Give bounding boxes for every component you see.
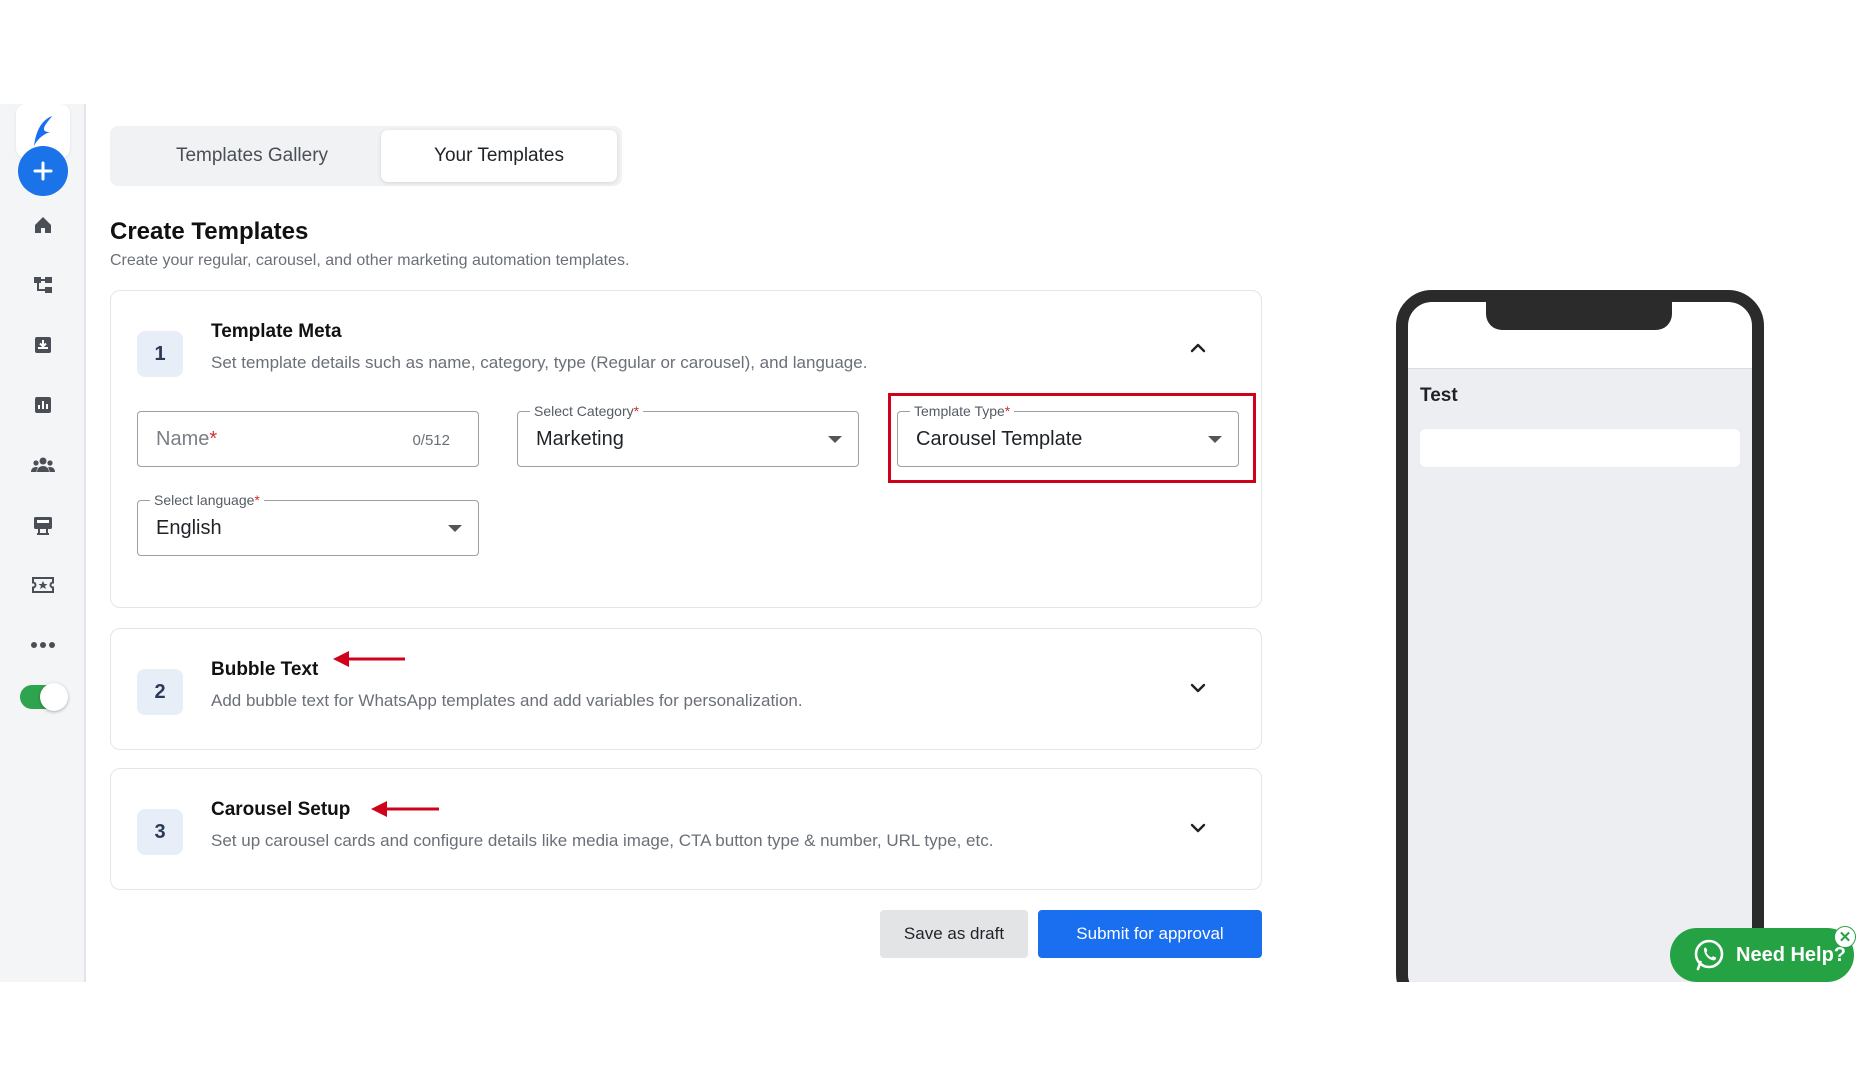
- need-help-label: Need Help?: [1736, 943, 1847, 966]
- step-description: Set template details such as name, categ…: [211, 353, 868, 372]
- red-arrow-annotation-icon: [371, 801, 439, 817]
- sidebar-item-inbox[interactable]: [0, 330, 86, 360]
- step-number: 3: [137, 809, 183, 855]
- sidebar-add-wrap: [0, 146, 86, 196]
- save-draft-button[interactable]: Save as draft: [880, 910, 1028, 958]
- sidebar-item-campaigns[interactable]: [0, 510, 86, 540]
- step-number: 1: [137, 331, 183, 377]
- name-placeholder-text: Name: [156, 428, 210, 450]
- category-label-text: Select Category: [534, 403, 634, 419]
- required-mark: *: [633, 403, 640, 419]
- dropdown-caret-icon: [448, 525, 462, 532]
- more-icon: [28, 630, 58, 660]
- tab-templates-gallery[interactable]: Templates Gallery: [114, 130, 390, 182]
- sidebar-item-analytics[interactable]: [0, 390, 86, 420]
- flow-icon: [28, 270, 58, 300]
- step-number: 2: [137, 669, 183, 715]
- chevron-up-icon[interactable]: [1187, 337, 1209, 359]
- template-tabs: Templates Gallery Your Templates: [110, 126, 622, 186]
- tab-your-templates[interactable]: Your Templates: [381, 130, 617, 182]
- required-mark: *: [209, 428, 218, 450]
- preview-title: Test: [1420, 385, 1458, 406]
- page-title: Create Templates: [110, 218, 309, 245]
- contacts-icon: [28, 450, 58, 480]
- chevron-down-icon[interactable]: [1187, 817, 1209, 839]
- language-select[interactable]: Select language* English: [137, 491, 479, 556]
- sidebar-item-more[interactable]: [0, 630, 86, 660]
- page-subtitle: Create your regular, carousel, and other…: [110, 252, 630, 269]
- campaign-icon: [28, 510, 58, 540]
- toggle-knob: [40, 683, 68, 711]
- highlight-box: [888, 393, 1256, 483]
- sidebar: [0, 104, 86, 982]
- category-label: Select Category*: [530, 402, 644, 420]
- whatsapp-icon: [1694, 939, 1724, 971]
- step-card-carousel-setup[interactable]: 3 Carousel Setup Set up carousel cards a…: [110, 768, 1262, 890]
- name-placeholder: Name*: [156, 428, 217, 451]
- red-arrow-annotation-icon: [333, 651, 405, 667]
- phone-screen: Test: [1408, 368, 1752, 982]
- sidebar-item-home[interactable]: [0, 210, 86, 240]
- submit-approval-button[interactable]: Submit for approval: [1038, 910, 1262, 958]
- inbox-icon: [28, 330, 58, 360]
- sidebar-item-tickets[interactable]: [0, 570, 86, 600]
- add-button[interactable]: [18, 146, 68, 196]
- language-value: English: [156, 517, 222, 539]
- need-help-button[interactable]: Need Help?: [1670, 928, 1854, 982]
- analytics-icon: [28, 390, 58, 420]
- language-label: Select language*: [150, 491, 264, 509]
- phone-notch: [1486, 302, 1672, 330]
- tickets-icon: [28, 570, 58, 600]
- home-icon: [28, 210, 58, 240]
- step-title: Carousel Setup: [211, 799, 351, 820]
- category-value: Marketing: [536, 428, 624, 450]
- step-description: Add bubble text for WhatsApp templates a…: [211, 691, 803, 710]
- status-toggle[interactable]: [20, 683, 68, 711]
- name-field[interactable]: Name* 0/512: [137, 411, 479, 467]
- phone-preview: Test: [1396, 290, 1764, 982]
- name-char-counter: 0/512: [412, 432, 450, 449]
- help-close-icon[interactable]: ✕: [1834, 926, 1856, 948]
- step-card-bubble-text[interactable]: 2 Bubble Text Add bubble text for WhatsA…: [110, 628, 1262, 750]
- language-label-text: Select language: [154, 492, 255, 508]
- dropdown-caret-icon: [828, 436, 842, 443]
- step-card-template-meta: 1 Template Meta Set template details suc…: [110, 290, 1262, 608]
- sidebar-item-flows[interactable]: [0, 270, 86, 300]
- step-title: Template Meta: [211, 321, 342, 342]
- app-window: Templates Gallery Your Templates Create …: [0, 104, 1866, 982]
- preview-bubble: [1420, 429, 1740, 467]
- step-description: Set up carousel cards and configure deta…: [211, 831, 994, 850]
- required-mark: *: [254, 492, 260, 508]
- sidebar-item-contacts[interactable]: [0, 450, 86, 480]
- step-title: Bubble Text: [211, 659, 319, 680]
- chevron-down-icon[interactable]: [1187, 677, 1209, 699]
- sidebar-toggle-wrap: [0, 682, 86, 712]
- category-select[interactable]: Select Category* Marketing: [517, 402, 859, 467]
